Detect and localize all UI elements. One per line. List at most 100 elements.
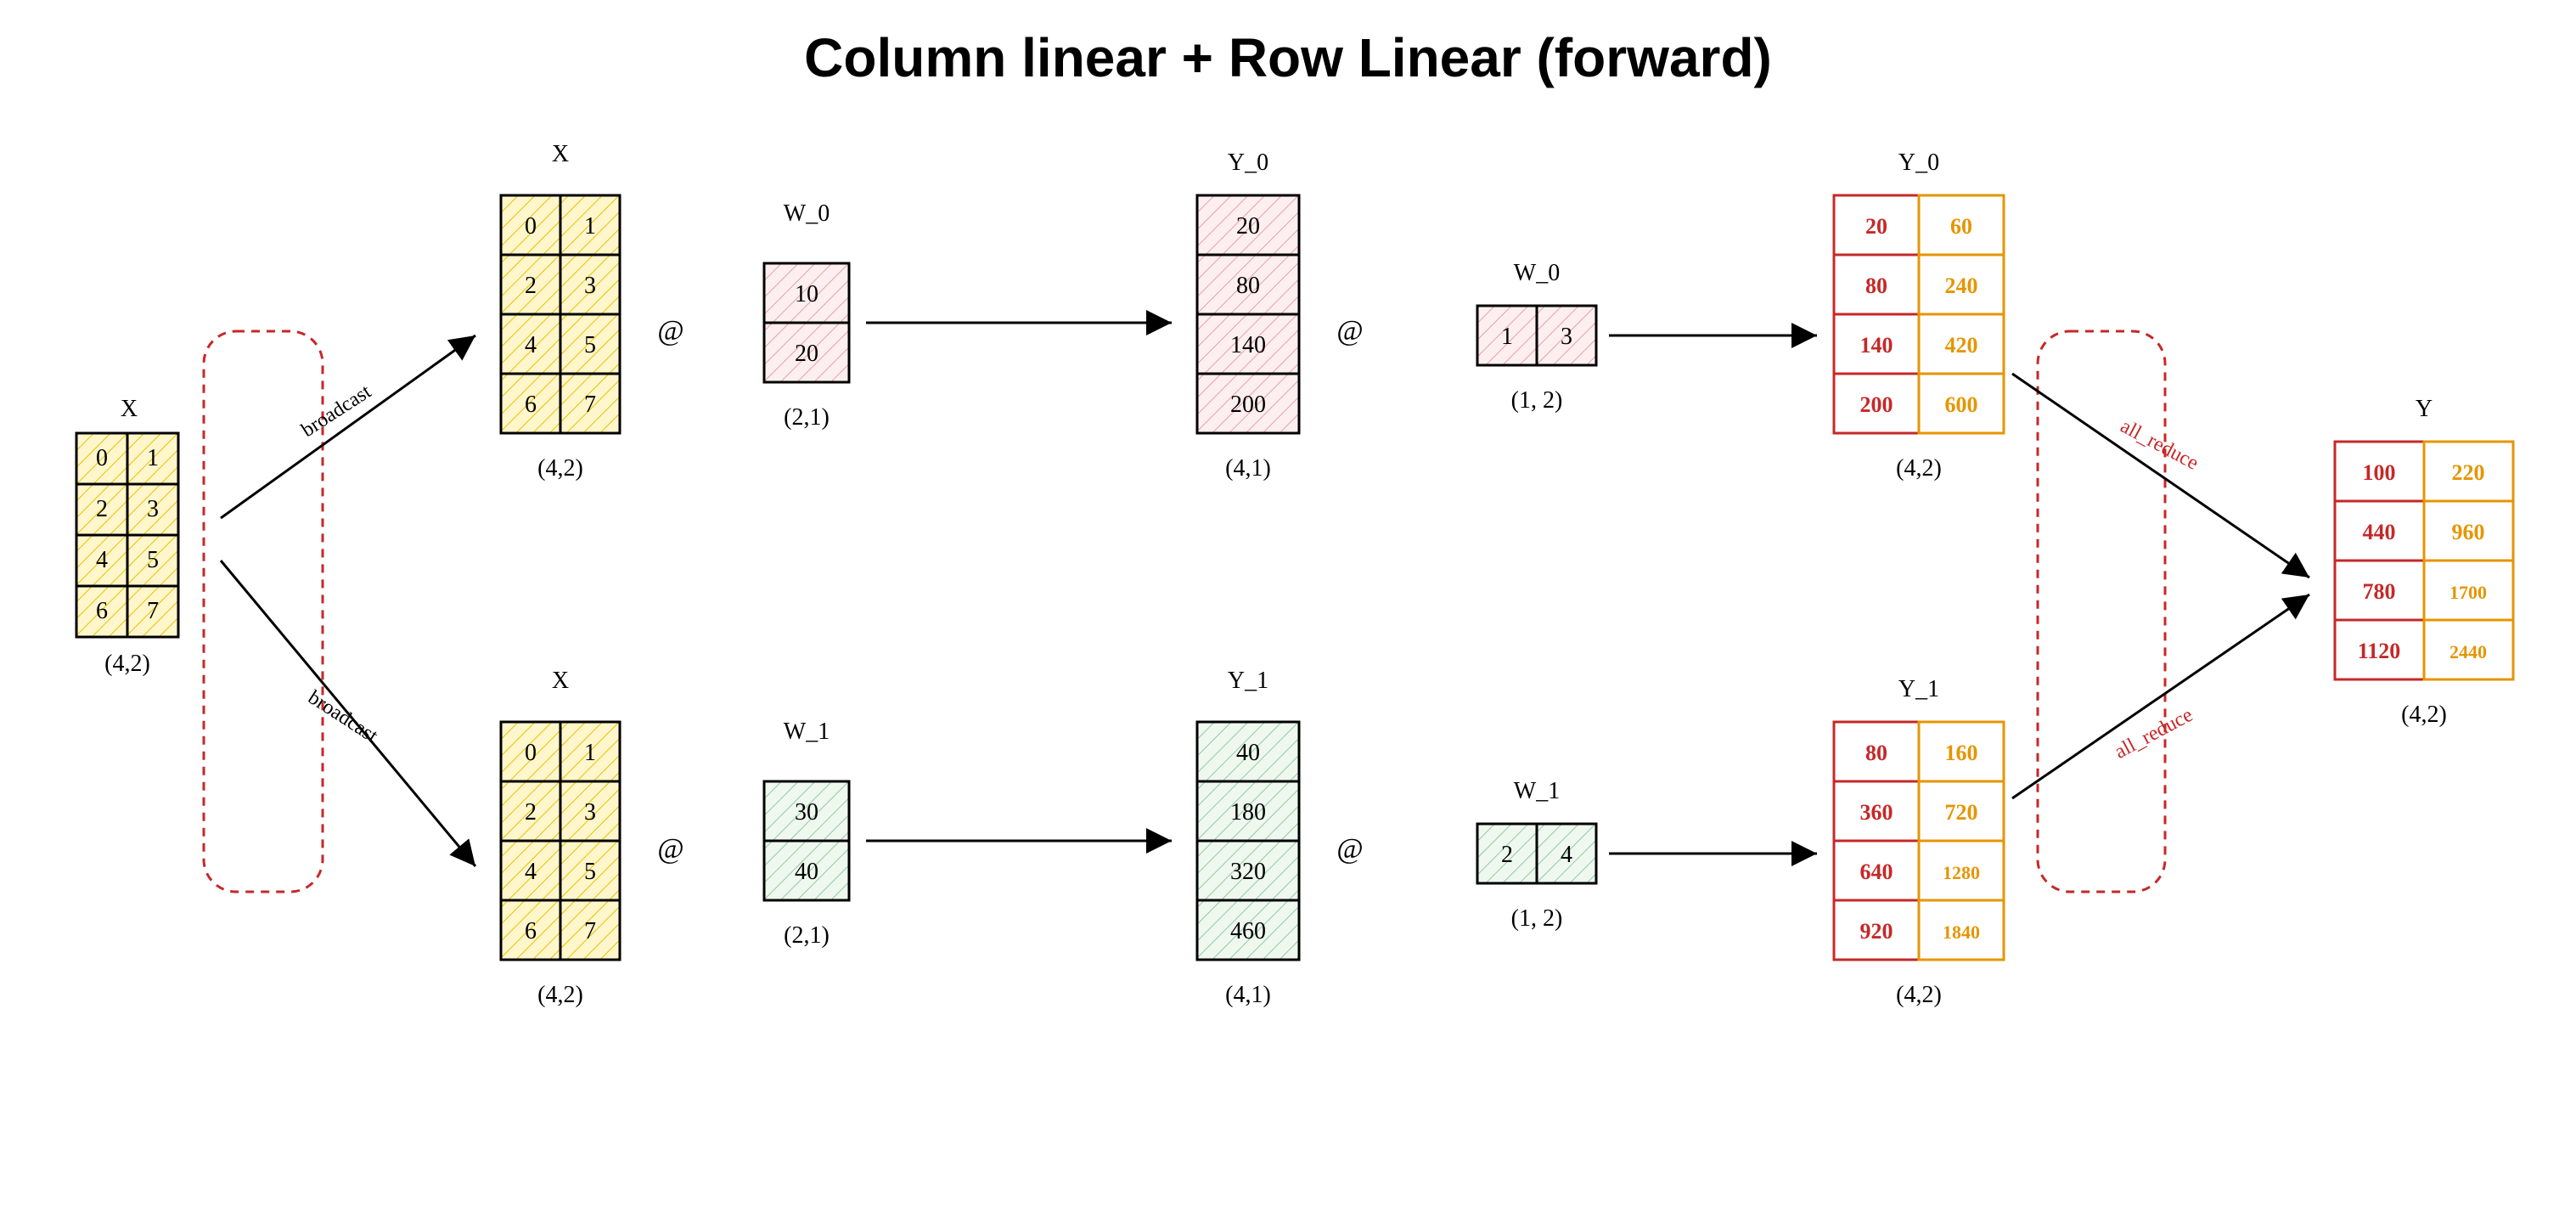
- broadcast-label: broadcast: [304, 686, 382, 747]
- cell-value: 2: [96, 496, 108, 522]
- cell-value: 720: [1945, 800, 1978, 825]
- cell-value: 40: [795, 859, 818, 885]
- cell-value: 3: [1561, 324, 1572, 350]
- op-matmul: @: [657, 315, 683, 347]
- cell-value: 640: [1860, 859, 1893, 884]
- cell-value: 2: [525, 799, 537, 826]
- cell-value: 7: [584, 918, 596, 944]
- matrix-w0-row: W_0 1 3 (1, 2): [1477, 260, 1596, 414]
- cell-value: 6: [525, 918, 537, 944]
- cell-value: 3: [584, 273, 596, 299]
- cell-value: 3: [584, 799, 596, 826]
- matrix-x-bottom: X 0 1 2 3 4 5 6 7 (4,2): [501, 668, 620, 1008]
- op-matmul: @: [1336, 315, 1363, 347]
- cell-value: 240: [1945, 273, 1978, 298]
- matrix-label: W_1: [784, 719, 830, 745]
- matrix-label: X: [121, 396, 138, 422]
- cell-value: 5: [147, 547, 159, 573]
- allreduce-box: [2038, 331, 2165, 892]
- matrix-y-final: Y 100 220 440 960 780 1700 1120 2440 (4,…: [2335, 396, 2513, 728]
- op-matmul: @: [1336, 833, 1363, 865]
- cell-value: 7: [147, 598, 159, 624]
- cell-value: 1: [1501, 324, 1513, 350]
- cell-value: 2440: [2449, 641, 2487, 662]
- matrix-shape: (4,2): [1896, 982, 1942, 1008]
- cell-value: 4: [1561, 842, 1572, 868]
- cell-value: 100: [2363, 460, 2396, 485]
- cell-value: 1: [147, 445, 159, 471]
- page-title: Column linear + Row Linear (forward): [804, 27, 1772, 88]
- matrix-shape: (4,2): [1896, 455, 1942, 482]
- cell-value: 4: [525, 332, 537, 358]
- matrix-shape: (2,1): [784, 404, 830, 431]
- matrix-y0-col: Y_0 20 80 140 200 (4,1): [1197, 149, 1299, 482]
- cell-value: 1280: [1943, 862, 1980, 883]
- cell-value: 1: [584, 740, 596, 766]
- matrix-shape: (4,2): [537, 455, 583, 482]
- cell-value: 1840: [1943, 921, 1980, 943]
- cell-value: 80: [1865, 273, 1887, 298]
- cell-value: 4: [525, 859, 537, 885]
- cell-value: 80: [1865, 741, 1887, 765]
- matrix-shape: (4,2): [537, 982, 583, 1008]
- allreduce-label: all_reduce: [2117, 415, 2202, 475]
- cell-value: 2: [1501, 842, 1513, 868]
- matrix-label: Y: [2416, 396, 2433, 422]
- matrix-shape: (4,1): [1225, 982, 1271, 1008]
- cell-value: 5: [584, 332, 596, 358]
- cell-value: 6: [525, 392, 537, 418]
- cell-value: 60: [1950, 214, 1972, 239]
- cell-value: 5: [584, 859, 596, 885]
- cell-value: 6: [96, 598, 108, 624]
- cell-value: 20: [1236, 213, 1260, 240]
- matrix-label: Y_1: [1898, 676, 1939, 702]
- matrix-w1-row: W_1 2 4 (1, 2): [1477, 778, 1596, 932]
- cell-value: 0: [96, 445, 108, 471]
- cell-value: 320: [1230, 859, 1266, 885]
- matrix-shape: (4,2): [104, 651, 150, 677]
- cell-value: 140: [1860, 333, 1893, 358]
- arrow-allreduce-bot: [2012, 595, 2309, 798]
- matrix-label: W_1: [1514, 778, 1560, 804]
- matrix-x-input: X 0 1 2 3 4 5 6 7 (4,2): [76, 396, 178, 677]
- matrix-w0-col: W_0 10 20 (2,1): [764, 200, 849, 431]
- matrix-y1-col: Y_1 40 180 320 460 (4,1): [1197, 668, 1299, 1008]
- cell-value: 920: [1860, 919, 1893, 944]
- cell-value: 600: [1945, 392, 1978, 417]
- matrix-x-top: X 0 1 2 3 4 5 6 7 (4,2): [501, 141, 620, 482]
- matrix-label: Y_1: [1228, 668, 1268, 694]
- matrix-label: X: [552, 668, 569, 694]
- cell-value: 140: [1230, 332, 1266, 358]
- arrow-broadcast-top: [221, 335, 475, 518]
- cell-value: 0: [525, 213, 537, 240]
- matrix-label: W_0: [784, 200, 830, 227]
- cell-value: 20: [795, 341, 818, 367]
- cell-value: 460: [1230, 918, 1266, 944]
- cell-value: 780: [2363, 579, 2396, 604]
- cell-value: 200: [1860, 392, 1893, 417]
- matrix-y1-partial: Y_1 80 160 360 720 640 1280 920 1840 (4,…: [1834, 676, 2004, 1008]
- matrix-shape: (1, 2): [1511, 387, 1563, 414]
- broadcast-label: broadcast: [298, 380, 376, 442]
- cell-value: 440: [2363, 520, 2396, 544]
- cell-value: 200: [1230, 392, 1266, 418]
- matrix-label: Y_0: [1898, 149, 1939, 176]
- matrix-shape: (4,2): [2401, 702, 2447, 728]
- cell-value: 4: [96, 547, 108, 573]
- matrix-y0-partial: Y_0 20 60 80 240 140 420 200 600 (4,2): [1834, 149, 2004, 482]
- cell-value: 20: [1865, 214, 1887, 239]
- arrow-allreduce-top: [2012, 374, 2309, 578]
- cell-value: 420: [1945, 333, 1978, 358]
- cell-value: 160: [1945, 741, 1978, 765]
- cell-value: 1: [584, 213, 596, 240]
- matrix-label: X: [552, 141, 569, 167]
- allreduce-label: all_reduce: [2111, 704, 2196, 764]
- cell-value: 80: [1236, 273, 1260, 299]
- matrix-label: Y_0: [1228, 149, 1268, 176]
- cell-value: 220: [2452, 460, 2485, 485]
- cell-value: 40: [1236, 740, 1260, 766]
- cell-value: 960: [2452, 520, 2485, 544]
- matrix-label: W_0: [1514, 260, 1560, 286]
- op-matmul: @: [657, 833, 683, 865]
- cell-value: 0: [525, 740, 537, 766]
